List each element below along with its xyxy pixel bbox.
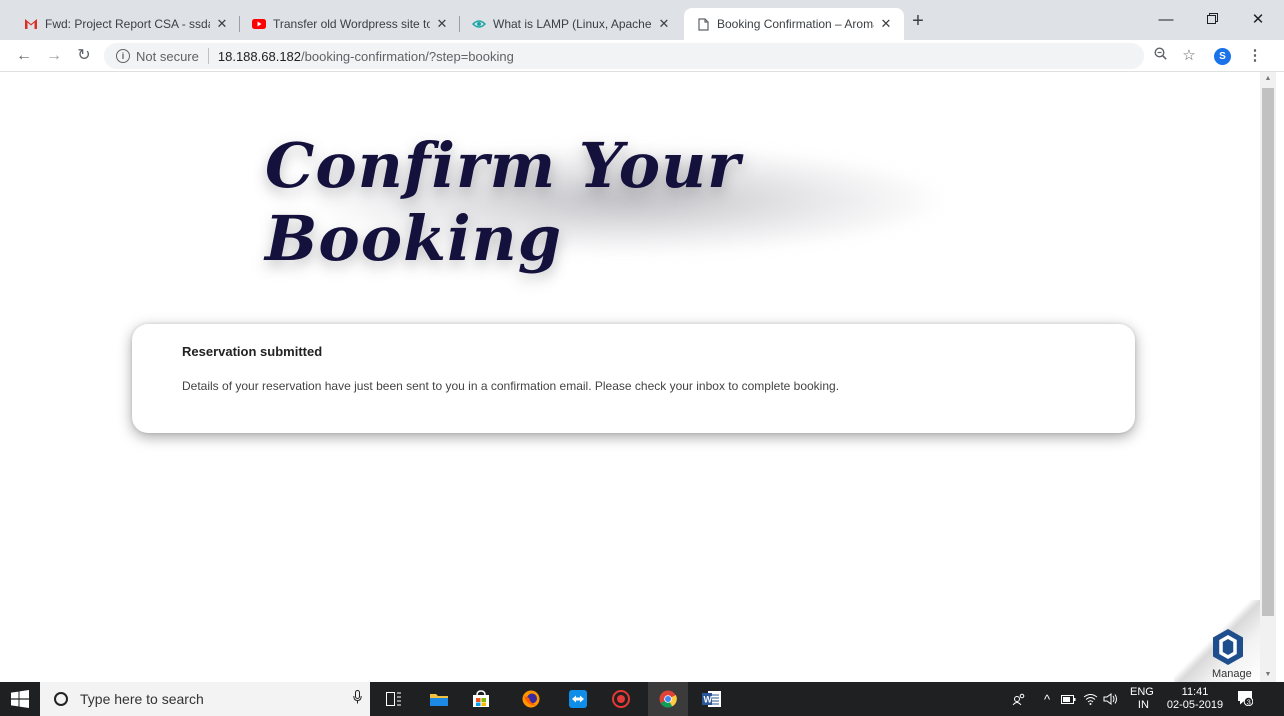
tab-booking-confirmation[interactable]: Booking Confirmation – Aroma H ✕ [684, 8, 904, 40]
info-icon[interactable]: i [116, 49, 130, 63]
manage-hexagon-icon [1213, 629, 1243, 665]
forward-icon[interactable]: → [42, 44, 66, 68]
volume-icon[interactable] [1103, 682, 1119, 716]
tab-title: What is LAMP (Linux, Apache, My [493, 17, 652, 31]
teamviewer-icon[interactable] [566, 687, 590, 711]
vertical-scrollbar[interactable]: ▲ ▼ [1260, 72, 1276, 682]
reservation-card: Reservation submitted Details of your re… [132, 324, 1135, 433]
taskbar-search[interactable]: Type here to search [40, 682, 370, 716]
page-icon [696, 17, 710, 31]
clock[interactable]: 11:41 02-05-2019 [1166, 682, 1224, 716]
red-app-icon[interactable] [609, 687, 633, 711]
task-view-icon[interactable] [382, 687, 406, 711]
menu-kebab-icon[interactable]: ⋮ [1243, 44, 1267, 68]
profile-avatar[interactable]: S [1214, 48, 1231, 65]
url-path: /booking-confirmation/?step=booking [301, 48, 514, 64]
svg-text:W: W [704, 695, 713, 705]
restore-icon[interactable] [1189, 8, 1235, 32]
tab-lamp[interactable]: What is LAMP (Linux, Apache, My ✕ [460, 8, 682, 40]
show-hidden-icons[interactable]: ^ [1044, 682, 1050, 716]
region-code: IN [1137, 699, 1149, 711]
word-icon[interactable]: W [700, 687, 724, 711]
file-explorer-icon[interactable] [427, 687, 451, 711]
url-host: 18.188.68.182 [217, 48, 302, 64]
tab-title: Booking Confirmation – Aroma H [717, 17, 874, 31]
close-tab-icon[interactable]: ✕ [434, 16, 450, 32]
microphone-icon[interactable] [353, 690, 362, 707]
wifi-icon[interactable] [1083, 682, 1098, 716]
scroll-up-icon[interactable]: ▲ [1260, 72, 1276, 86]
close-window-icon[interactable]: ✕ [1235, 8, 1281, 32]
zoom-icon[interactable] [1148, 44, 1172, 68]
gmail-icon [24, 17, 38, 31]
close-tab-icon[interactable]: ✕ [656, 16, 672, 32]
tab-title: Transfer old Wordpress site to ne [273, 17, 430, 31]
browser-toolbar: ← → ↻ i Not secure 18.188.68.182 /bookin… [0, 40, 1284, 72]
chrome-taskbar-button[interactable] [648, 682, 688, 716]
firefox-icon[interactable] [519, 687, 543, 711]
card-message: Details of your reservation have just be… [182, 379, 840, 393]
new-tab-button[interactable]: + [905, 8, 931, 34]
youtube-icon [252, 17, 266, 31]
tab-strip: Fwd: Project Report CSA - ssdave ✕ Trans… [0, 0, 1284, 40]
action-center-icon[interactable]: 3 [1237, 690, 1253, 706]
eye-icon [472, 17, 486, 31]
manage-widget[interactable]: Manage [1174, 600, 1260, 682]
scrollbar-thumb[interactable] [1262, 88, 1274, 616]
hero-banner: Confirm Your Booking [265, 127, 985, 277]
tab-gmail[interactable]: Fwd: Project Report CSA - ssdave ✕ [12, 8, 240, 40]
card-title: Reservation submitted [182, 344, 323, 359]
chrome-icon [659, 690, 677, 708]
tab-youtube[interactable]: Transfer old Wordpress site to ne ✕ [240, 8, 460, 40]
address-bar[interactable]: i Not secure 18.188.68.182 /booking-conf… [104, 43, 1144, 69]
manage-label: Manage [1212, 668, 1252, 680]
store-icon[interactable] [469, 687, 493, 711]
scroll-down-icon[interactable]: ▼ [1260, 668, 1276, 682]
clock-date: 02-05-2019 [1166, 699, 1224, 711]
battery-icon[interactable] [1061, 682, 1076, 716]
notification-count: 3 [1247, 697, 1251, 706]
page-viewport: Confirm Your Booking Reservation submitt… [0, 72, 1260, 682]
clock-time: 11:41 [1181, 686, 1209, 698]
windows-taskbar: Type here to search W ^ ENG IN 11:41 02-… [0, 682, 1284, 716]
close-tab-icon[interactable]: ✕ [214, 16, 230, 32]
reload-icon[interactable]: ↻ [72, 44, 96, 68]
search-placeholder: Type here to search [80, 691, 204, 707]
bookmark-star-icon[interactable]: ☆ [1177, 44, 1201, 68]
divider [207, 48, 209, 64]
tab-title: Fwd: Project Report CSA - ssdave [45, 17, 210, 31]
page-title: Confirm Your Booking [265, 129, 741, 275]
cortana-icon [54, 692, 68, 706]
windows-start-icon[interactable] [10, 690, 30, 708]
close-tab-icon[interactable]: ✕ [878, 16, 894, 32]
minimize-icon[interactable]: — [1143, 8, 1189, 32]
people-icon[interactable] [1012, 682, 1026, 716]
back-icon[interactable]: ← [12, 44, 36, 68]
language-code: ENG [1130, 686, 1154, 698]
security-label: Not secure [136, 48, 199, 64]
language-indicator[interactable]: ENG IN [1130, 682, 1154, 716]
